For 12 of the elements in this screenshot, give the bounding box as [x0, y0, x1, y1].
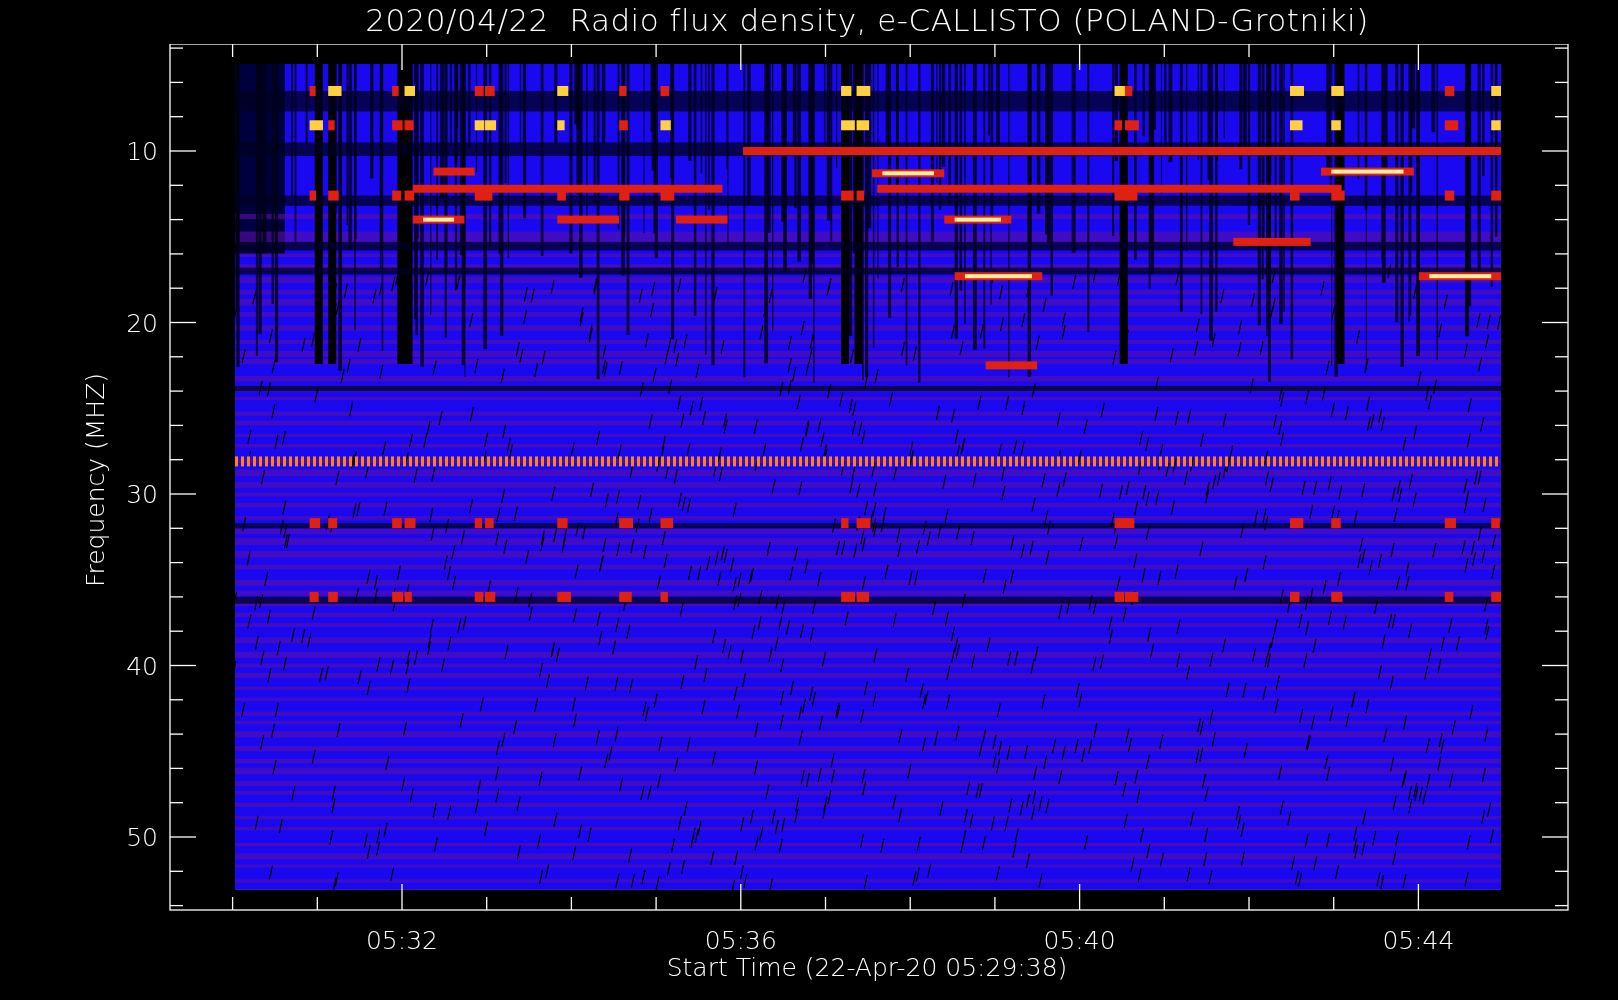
chart-title: 2020/04/22 Radio flux density, e-CALLISTO (POLAND-Grotniki): [364, 1, 1369, 40]
y-tick-label: 30: [126, 480, 158, 509]
x-tick-label: 05:36: [704, 926, 777, 955]
y-tick-label: 40: [126, 651, 158, 681]
x-tick-label: 05:32: [366, 926, 438, 955]
x-tick-label: 05:40: [1043, 926, 1116, 955]
y-tick-label: 10: [126, 137, 158, 166]
y-tick-label: 20: [126, 308, 158, 338]
y-tick-label: 50: [126, 823, 158, 852]
x-tick-label: 05:44: [1382, 926, 1455, 955]
x-axis-label: Start Time (22-Apr-20 05:29:38): [666, 953, 1068, 982]
y-axis-label: Frequency (MHZ): [81, 372, 110, 588]
